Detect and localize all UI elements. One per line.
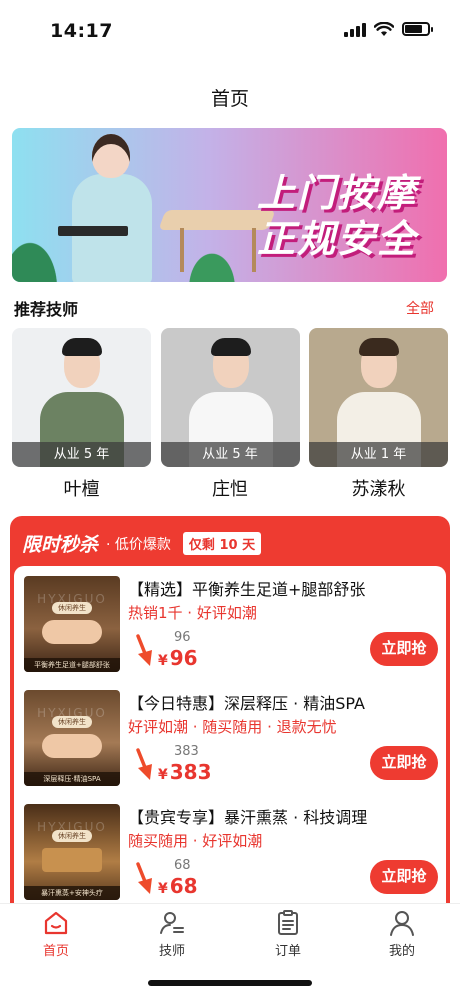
product-title: 【贵宾专享】暴汗熏蒸 · 科技调理 (128, 808, 368, 827)
promo-banner[interactable]: 上门按摩 正规安全 (12, 128, 447, 282)
status-icons (344, 21, 433, 37)
thumbnail-caption: 深层释压·精油SPA (24, 772, 120, 786)
product-thumbnail: HYXIGUO 休闲养生 暴汗熏蒸+安神头疗 (24, 804, 120, 900)
status-time: 14:17 (50, 20, 113, 42)
page-title: 首页 (210, 88, 249, 110)
price-drop-arrow-icon (136, 748, 152, 780)
original-price: 383 (174, 744, 199, 759)
plant-decoration (172, 228, 252, 282)
product-tags: 随买随用 · 好评如潮 (128, 832, 263, 850)
original-price: 96 (174, 630, 191, 645)
technicians-title: 推荐技师 (14, 300, 79, 319)
product-tags: 热销1千 · 好评如潮 (128, 604, 257, 622)
flash-sale-section: 限时秒杀 · 低价爆款 仅剩 10 天 HYXIGUO 休闲养生 平衡养生足道+… (10, 516, 450, 916)
banner-slogan-line2: 正规安全 (256, 217, 417, 261)
experience-tag: 从业 5 年 (160, 442, 300, 467)
sale-price: ¥68 (158, 874, 198, 898)
status-bar: 14:17 (0, 0, 460, 60)
technician-card[interactable]: 从业 5 年 庄怛 (160, 328, 300, 501)
technician-photo: 从业 1 年 (309, 328, 448, 467)
technician-name: 庄怛 (212, 479, 248, 500)
technician-hair (359, 338, 399, 356)
tab-profile[interactable]: 我的 (362, 908, 442, 959)
thumbnail-label: 休闲养生 (52, 716, 92, 728)
technician-hair (62, 338, 102, 356)
product-title: 【今日特惠】深层释压 · 精油SPA (128, 694, 365, 713)
order-icon (278, 910, 298, 935)
battery-level (405, 25, 422, 33)
banner-slogan-line1: 上门按摩 (256, 171, 417, 215)
sale-price-value: 383 (169, 760, 212, 784)
flash-sale-title: 限时秒杀 (22, 534, 99, 556)
technician-list: 从业 5 年 叶檀 从业 5 年 庄怛 从业 1 年 苏漾秋 (12, 328, 448, 501)
technicians-header: 推荐技师 全部 (14, 296, 434, 320)
tab-home[interactable]: 首页 (16, 908, 96, 959)
product-title: 【精选】平衡养生足道+腿部舒张 (128, 580, 366, 599)
experience-tag: 从业 1 年 (309, 442, 448, 467)
sale-price: ¥96 (158, 646, 198, 670)
sale-price-value: 96 (169, 646, 198, 670)
product-item[interactable]: HYXIGUO 休闲养生 暴汗熏蒸+安神头疗 【贵宾专享】暴汗熏蒸 · 科技调理… (24, 804, 446, 900)
currency-symbol: ¥ (158, 881, 168, 897)
massage-hand-illustration (42, 734, 102, 758)
tab-home-label: 首页 (42, 944, 69, 959)
sale-price: ¥383 (158, 760, 212, 784)
cellular-signal-icon (344, 21, 366, 37)
bed-leg (252, 228, 256, 272)
technician-card[interactable]: 从业 5 年 叶檀 (12, 328, 151, 501)
currency-symbol: ¥ (158, 767, 168, 783)
tab-orders-label: 订单 (274, 944, 301, 959)
flash-sale-subtitle: · 低价爆款 (106, 536, 171, 553)
tab-technicians-label: 技师 (158, 944, 185, 959)
experience-tag: 从业 5 年 (12, 442, 151, 467)
home-icon (44, 911, 68, 935)
home-indicator (148, 980, 312, 986)
thumbnail-label: 休闲养生 (52, 602, 92, 614)
sauna-barrel-illustration (42, 848, 102, 872)
banner-slogan: 上门按摩 正规安全 (257, 170, 417, 262)
technician-icon (160, 912, 184, 934)
thumbnail-caption: 暴汗熏蒸+安神头疗 (24, 886, 120, 900)
price-drop-arrow-icon (136, 634, 152, 666)
product-item[interactable]: HYXIGUO 休闲养生 平衡养生足道+腿部舒张 【精选】平衡养生足道+腿部舒张… (24, 576, 446, 672)
currency-symbol: ¥ (158, 653, 168, 669)
view-all-technicians-link[interactable]: 全部 (406, 298, 434, 318)
buy-now-button[interactable]: 立即抢 (370, 632, 438, 666)
banner-model-illustration (58, 134, 160, 282)
profile-icon (390, 911, 414, 936)
technician-hair (210, 338, 251, 356)
buy-now-button[interactable]: 立即抢 (370, 746, 438, 780)
technician-name: 叶檀 (63, 479, 100, 500)
sale-price-value: 68 (169, 874, 198, 898)
product-thumbnail: HYXIGUO 休闲养生 深层释压·精油SPA (24, 690, 120, 786)
massage-hand-illustration (42, 620, 102, 644)
days-left-badge: 仅剩 10 天 (182, 532, 262, 555)
technician-name: 苏漾秋 (351, 479, 406, 500)
flash-sale-list: HYXIGUO 休闲养生 平衡养生足道+腿部舒张 【精选】平衡养生足道+腿部舒张… (14, 566, 446, 916)
tab-technicians[interactable]: 技师 (132, 908, 212, 959)
wifi-icon (374, 21, 394, 36)
battery-icon (402, 22, 433, 36)
tab-orders[interactable]: 订单 (248, 908, 328, 959)
product-item[interactable]: HYXIGUO 休闲养生 深层释压·精油SPA 【今日特惠】深层释压 · 精油S… (24, 690, 446, 786)
product-tags: 好评如潮 · 随买随用 · 退款无忧 (128, 718, 337, 736)
original-price: 68 (174, 858, 191, 873)
buy-now-button[interactable]: 立即抢 (370, 860, 438, 894)
technician-photo: 从业 5 年 (12, 328, 151, 467)
product-thumbnail: HYXIGUO 休闲养生 平衡养生足道+腿部舒张 (24, 576, 120, 672)
flash-sale-header: 限时秒杀 · 低价爆款 仅剩 10 天 (22, 530, 262, 557)
thumbnail-label: 休闲养生 (52, 830, 92, 842)
price-drop-arrow-icon (136, 862, 152, 894)
technician-photo: 从业 5 年 (160, 328, 300, 467)
thumbnail-caption: 平衡养生足道+腿部舒张 (24, 658, 120, 672)
technician-card[interactable]: 从业 1 年 苏漾秋 (309, 328, 448, 501)
tab-profile-label: 我的 (388, 944, 415, 959)
